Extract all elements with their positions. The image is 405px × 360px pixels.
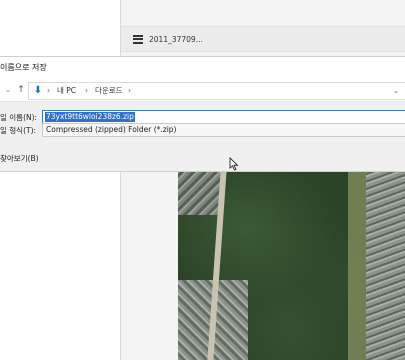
filetype-select[interactable]: Compressed (zipped) Folder (*.zip) xyxy=(42,123,405,137)
address-dropdown-chevron-icon[interactable]: ⌄ xyxy=(393,85,399,97)
up-arrow-icon[interactable]: ↑ xyxy=(15,83,27,97)
map-river xyxy=(348,170,366,360)
filetype-label: 일 형식(T): xyxy=(0,126,37,135)
filetype-value: Compressed (zipped) Folder (*.zip) xyxy=(46,125,177,134)
breadcrumb-downloads[interactable]: 다운로드 xyxy=(95,85,123,97)
breadcrumb-separator: › xyxy=(128,86,131,95)
address-bar[interactable]: ⬇ › 내 PC › 다운로드 › ⌄ xyxy=(28,82,405,100)
download-folder-icon: ⬇ xyxy=(33,85,43,96)
navigation-bar: ⌄ ↑ ⬇ › 내 PC › 다운로드 › ⌄ xyxy=(0,79,405,102)
map-urban-area xyxy=(178,170,222,215)
browse-folders-toggle[interactable]: 찾아보기(B) xyxy=(0,153,39,164)
mouse-pointer-icon xyxy=(229,157,239,171)
recent-locations-chevron-icon[interactable]: ⌄ xyxy=(2,83,14,97)
save-as-dialog: 이름으로 저장 ⌄ ↑ ⬇ › 내 PC › 다운로드 › ⌄ 일 이름(N):… xyxy=(0,56,405,172)
background-left-pane xyxy=(0,0,120,360)
dialog-title-bar: 이름으로 저장 xyxy=(0,57,405,79)
file-list-row[interactable]: 2011_37709... xyxy=(121,26,405,52)
filename-input[interactable]: 73yxt9tt6wloi238z6.zip xyxy=(42,110,405,124)
breadcrumb-this-pc[interactable]: 내 PC xyxy=(57,85,76,97)
satellite-map-image xyxy=(178,170,405,360)
breadcrumb-separator: › xyxy=(47,86,50,95)
breadcrumb-separator: › xyxy=(85,86,88,95)
map-urban-area xyxy=(366,170,405,360)
file-name: 2011_37709... xyxy=(149,34,203,44)
filename-label: 일 이름(N): xyxy=(0,113,38,122)
filename-selected-text: 73yxt9tt6wloi238z6.zip xyxy=(45,112,135,122)
list-icon xyxy=(133,34,143,44)
dialog-title: 이름으로 저장 xyxy=(0,63,47,72)
